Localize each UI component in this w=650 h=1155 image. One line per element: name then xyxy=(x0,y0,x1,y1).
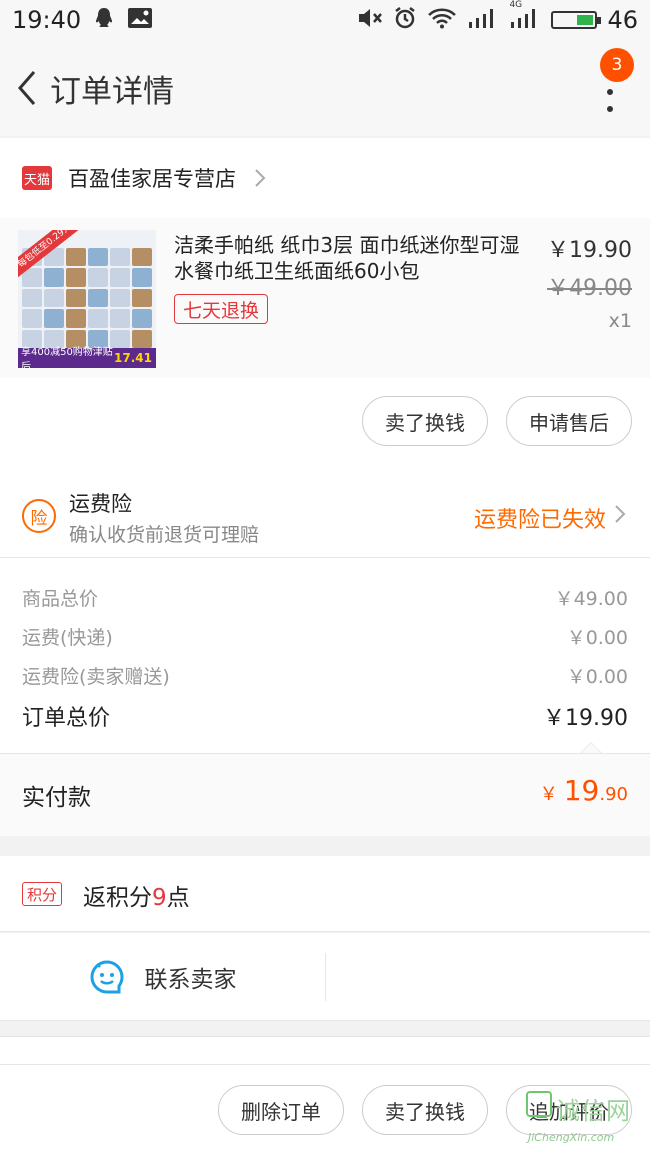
points-text: 返积分9点 xyxy=(83,878,190,912)
summary-value: ￥0.00 xyxy=(566,666,628,688)
mute-icon xyxy=(357,7,383,33)
summary-value: ￥0.00 xyxy=(566,627,628,649)
summary-value: ￥49.00 xyxy=(554,588,628,610)
alarm-icon xyxy=(393,6,417,34)
paid-amount-row: 实付款 ￥ 19 .90 xyxy=(0,754,650,836)
status-time: 19:40 xyxy=(12,6,82,34)
watermark-url: JiChengXin.com xyxy=(528,1131,615,1144)
insurance-icon: 险 xyxy=(22,499,56,533)
points-count: 9 xyxy=(152,885,167,911)
product-row[interactable]: 每包低至0.29元 享400减50购物津贴后 17.41 洁柔手帕纸 纸巾3层 … xyxy=(0,218,650,378)
sell-for-cash-button[interactable]: 卖了换钱 xyxy=(362,1085,488,1135)
current-price: ￥19.90 xyxy=(547,238,632,263)
sell-for-cash-button[interactable]: 卖了换钱 xyxy=(362,396,488,446)
contact-section: 联系卖家 xyxy=(0,933,650,1021)
item-action-buttons: 卖了换钱 申请售后 xyxy=(362,396,632,446)
thumbnail-banner: 享400减50购物津贴后 17.41 xyxy=(18,347,156,368)
order-item-section: 天猫 百盈佳家居专营店 每包低至0.29元 享400减50购物津贴后 17.41… xyxy=(0,138,650,468)
watermark-text: 诚信网 xyxy=(556,1097,631,1125)
summary-row: 商品总价 ￥49.00 xyxy=(22,584,628,611)
quantity: x1 xyxy=(608,310,632,332)
insurance-status: 运费险已失效 xyxy=(473,508,606,533)
chevron-left-icon xyxy=(18,71,36,105)
status-bar: 19:40 4G 46 xyxy=(0,0,650,40)
signal-icon xyxy=(467,6,499,34)
order-total-row: 订单总价 ￥19.90 xyxy=(22,700,628,732)
thumbnail-banner-text: 享400减50购物津贴后 xyxy=(21,347,113,368)
back-button[interactable] xyxy=(4,58,50,118)
caret-pointer xyxy=(580,742,602,753)
summary-label: 商品总价 xyxy=(22,588,99,610)
chevron-right-icon xyxy=(255,169,266,187)
wifi-icon xyxy=(427,7,457,33)
summary-row: 运费(快递) ￥0.00 xyxy=(22,623,628,650)
section-gap xyxy=(0,1036,650,1064)
original-price: ￥49.00 xyxy=(547,276,632,301)
watermark: 诚信网 JiChengXin.com xyxy=(526,1091,646,1151)
paid-integer: 19 xyxy=(563,774,600,807)
contact-seller-label: 联系卖家 xyxy=(144,967,237,993)
insurance-subtitle: 确认收货前退货可理赔 xyxy=(69,524,260,546)
product-thumbnail[interactable]: 每包低至0.29元 享400减50购物津贴后 17.41 xyxy=(18,230,156,368)
divider xyxy=(325,953,326,1001)
thumbnail-banner-price: 17.41 xyxy=(114,351,152,365)
qq-icon xyxy=(93,6,115,34)
watermark-logo xyxy=(526,1091,552,1117)
chevron-right-icon xyxy=(615,505,626,523)
points-prefix: 返积分 xyxy=(83,885,152,911)
points-suffix: 点 xyxy=(166,885,190,911)
insurance-title: 运费险 xyxy=(69,492,132,516)
image-notification-icon xyxy=(127,7,153,33)
paid-amount: ￥ 19 .90 xyxy=(540,774,628,807)
return-policy-tag: 七天退换 xyxy=(174,294,269,324)
page-header: 订单详情 3 xyxy=(0,40,650,136)
summary-row: 运费险(卖家赠送) ￥0.00 xyxy=(22,662,628,689)
battery-icon xyxy=(551,11,602,29)
price-summary: 商品总价 ￥49.00 运费(快递) ￥0.00 运费险(卖家赠送) ￥0.00… xyxy=(0,558,650,753)
price-column: ￥19.90 ￥49.00 x1 xyxy=(547,232,632,332)
paid-decimal: .90 xyxy=(599,784,628,805)
product-title[interactable]: 洁柔手帕纸 纸巾3层 面巾纸迷你型可湿水餐巾纸卫生纸面纸60小包 xyxy=(174,232,524,284)
battery-number: 46 xyxy=(607,6,638,34)
page-title: 订单详情 xyxy=(50,73,174,110)
signal-4g-icon: 4G xyxy=(509,0,541,34)
notification-badge: 3 xyxy=(600,48,634,82)
chat-bubble-icon xyxy=(90,960,123,994)
battery-level xyxy=(577,15,594,25)
store-name: 百盈佳家居专营店 xyxy=(68,167,236,191)
contact-seller-button[interactable]: 联系卖家 xyxy=(0,933,325,1021)
points-row: 积分 返积分9点 xyxy=(0,856,650,932)
store-row[interactable]: 天猫 百盈佳家居专营店 xyxy=(0,138,650,218)
paid-label: 实付款 xyxy=(22,785,91,811)
paid-currency: ￥ xyxy=(539,784,558,805)
points-tag: 积分 xyxy=(22,882,63,906)
order-total-value: ￥19.90 xyxy=(543,706,628,731)
summary-label: 运费(快递) xyxy=(22,627,113,649)
network-label: 4G xyxy=(509,0,523,10)
order-total-label: 订单总价 xyxy=(22,706,111,731)
after-sale-button[interactable]: 申请售后 xyxy=(506,396,632,446)
summary-label: 运费险(卖家赠送) xyxy=(22,666,170,688)
tmall-logo: 天猫 xyxy=(22,166,52,190)
delete-order-button[interactable]: 删除订单 xyxy=(218,1085,344,1135)
shipping-insurance-row[interactable]: 险 运费险 确认收货前退货可理赔 运费险已失效 xyxy=(0,468,650,558)
